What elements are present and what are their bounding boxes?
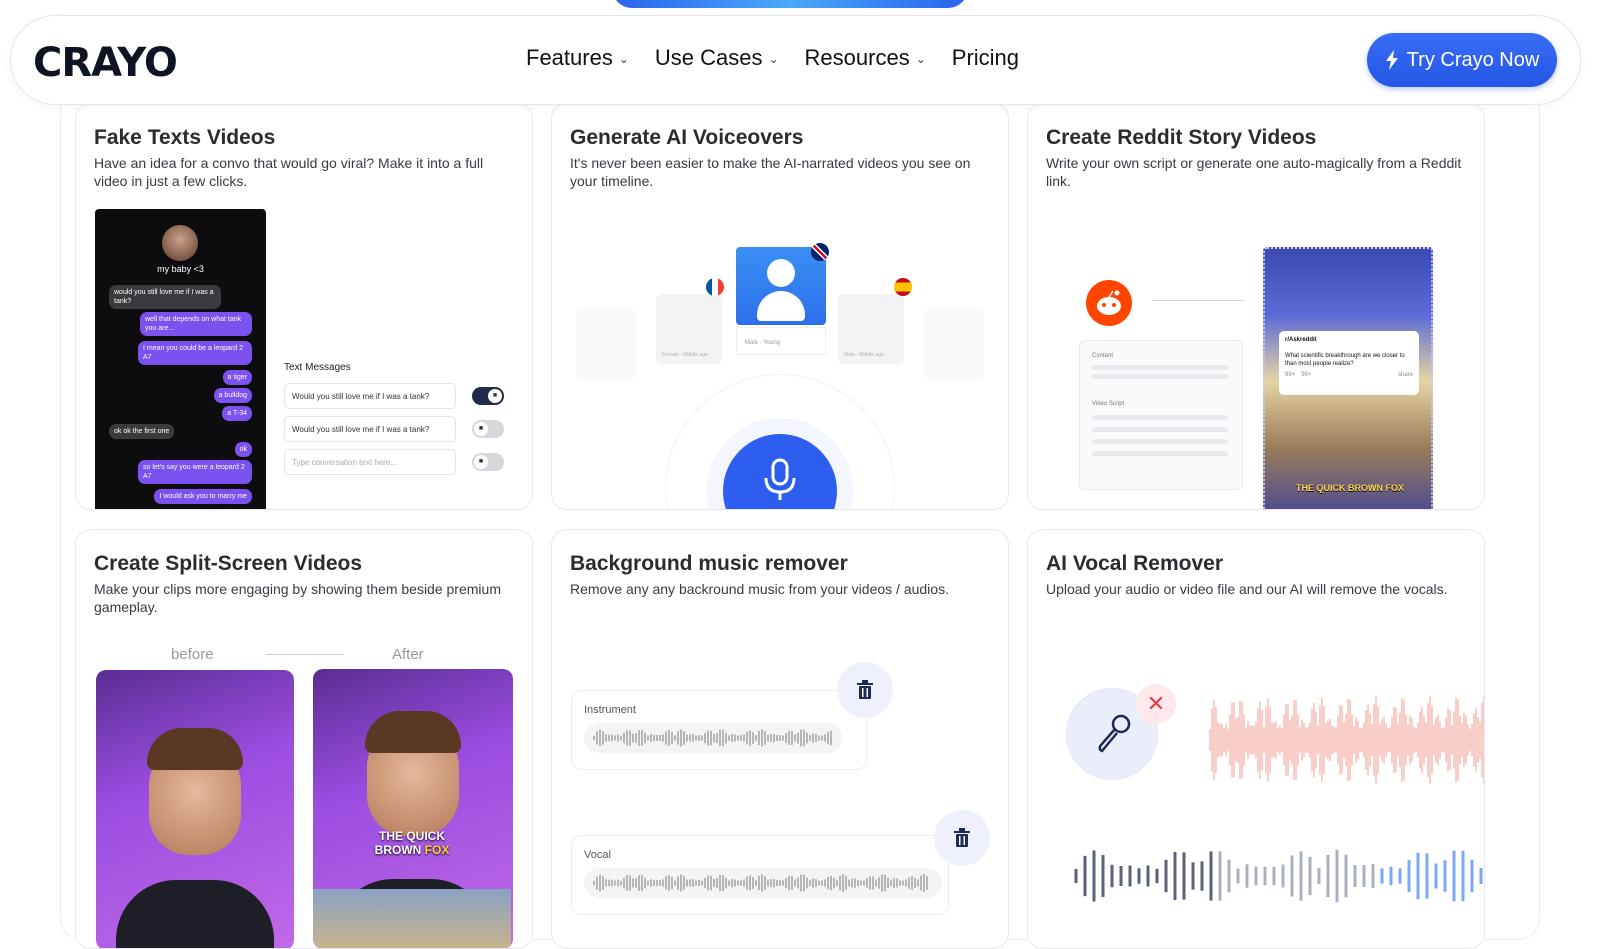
audio-waveform bbox=[1074, 849, 1483, 903]
message-bubble: would you still love me if I was a tank? bbox=[109, 285, 221, 309]
vocal-track: Vocal bbox=[571, 835, 949, 915]
before-label: before bbox=[171, 646, 214, 663]
voice-label: Male · Young bbox=[736, 327, 826, 355]
nav-use-cases[interactable]: Use Cases ⌄ bbox=[655, 45, 779, 71]
top-banner-edge bbox=[612, 0, 968, 8]
before-video bbox=[96, 670, 294, 948]
message-bubble: I would ask you to marry me bbox=[154, 489, 252, 504]
chevron-down-icon: ⌄ bbox=[915, 52, 926, 66]
spain-flag-icon bbox=[894, 278, 912, 296]
message-toggle[interactable]: ■ bbox=[472, 387, 504, 405]
message-bubble: well that depends on what tank you are..… bbox=[140, 312, 252, 336]
contact-name: my baby <3 bbox=[157, 264, 204, 274]
uk-flag-icon bbox=[811, 243, 829, 261]
message-toggle[interactable]: ■ bbox=[472, 453, 504, 471]
card-reddit-story[interactable]: Create Reddit Story Videos Write your ow… bbox=[1027, 103, 1485, 510]
microphone-icon bbox=[1098, 714, 1131, 753]
nav-pricing[interactable]: Pricing bbox=[952, 45, 1019, 71]
card-title: Create Reddit Story Videos bbox=[1046, 126, 1317, 149]
person-icon bbox=[767, 259, 795, 287]
voice-option-ghost bbox=[924, 309, 984, 379]
message-bubble: I mean you could be a leopard 2 A7 bbox=[138, 341, 252, 365]
reddit-icon bbox=[1086, 280, 1132, 326]
card-description: Remove any any backround music from your… bbox=[570, 581, 949, 597]
card-description: Make your clips more engaging by showing… bbox=[94, 581, 501, 615]
chat-icon: ■ bbox=[474, 455, 488, 469]
navbar: CRAYO Features ⌄ Use Cases ⌄ Resources ⌄ Pr… bbox=[10, 15, 1581, 105]
france-flag-icon bbox=[706, 278, 724, 296]
lightning-icon bbox=[1385, 50, 1398, 70]
after-label: After bbox=[392, 646, 424, 663]
reddit-post-card: r/Askreddit What scientific breakthrough… bbox=[1279, 331, 1419, 395]
delete-button[interactable] bbox=[934, 810, 990, 866]
message-bubble: a T-34 bbox=[222, 406, 252, 421]
waveform bbox=[584, 723, 842, 753]
chat-icon: ■ bbox=[488, 389, 502, 403]
card-fake-texts[interactable]: Fake Texts Videos Have an idea for a con… bbox=[75, 103, 533, 510]
message-bubble: ok bbox=[234, 442, 252, 457]
video-caption: THE QUICK BROWN FOX bbox=[374, 829, 450, 857]
card-vocal-remover[interactable]: AI Vocal Remover Upload your audio or vi… bbox=[1027, 529, 1485, 949]
avatar bbox=[162, 225, 198, 261]
card-title: Generate AI Voiceovers bbox=[570, 126, 804, 149]
instrument-track: Instrument bbox=[571, 690, 867, 770]
nav-features[interactable]: Features ⌄ bbox=[526, 45, 629, 71]
chat-icon: ■ bbox=[474, 422, 488, 436]
main-menu: Features ⌄ Use Cases ⌄ Resources ⌄ Pricing bbox=[526, 45, 1019, 71]
voice-selected-card[interactable] bbox=[736, 247, 826, 325]
phone-preview: my baby <3 would you still love me if I … bbox=[95, 209, 266, 509]
voice-option-ghost: Male · Middle age bbox=[838, 294, 904, 364]
removed-vocal-waveform bbox=[1209, 696, 1484, 784]
card-ai-voiceovers[interactable]: Generate AI Voiceovers It's never been e… bbox=[551, 103, 1009, 510]
message-input[interactable]: Would you still love me if I was a tank? bbox=[284, 416, 456, 442]
message-bubble: a tiger bbox=[222, 370, 252, 385]
voice-option-ghost: Female · Middle age bbox=[656, 294, 722, 364]
script-form[interactable]: Content Video Script bbox=[1079, 340, 1243, 490]
card-description: Have an idea for a convo that would go v… bbox=[94, 155, 484, 189]
close-icon[interactable]: ✕ bbox=[1136, 684, 1176, 724]
chevron-down-icon: ⌄ bbox=[768, 52, 779, 66]
text-messages-label: Text Messages bbox=[284, 362, 351, 373]
gameplay-preview: r/Askreddit What scientific breakthrough… bbox=[1263, 247, 1433, 509]
gameplay-ramp bbox=[313, 889, 511, 948]
trash-icon bbox=[954, 828, 970, 847]
trash-icon bbox=[857, 680, 873, 699]
microphone-icon bbox=[764, 458, 796, 500]
card-title: Fake Texts Videos bbox=[94, 126, 276, 149]
card-title: Create Split-Screen Videos bbox=[94, 552, 363, 575]
card-description: Write your own script or generate one au… bbox=[1046, 155, 1462, 189]
crayo-logo[interactable]: CRAYO bbox=[33, 40, 178, 86]
card-description: It's never been easier to make the AI-na… bbox=[570, 155, 971, 189]
message-bubble: a bulldog bbox=[213, 388, 252, 403]
chevron-down-icon: ⌄ bbox=[618, 52, 629, 66]
nav-resources[interactable]: Resources ⌄ bbox=[805, 45, 926, 71]
try-crayo-button[interactable]: Try Crayo Now bbox=[1367, 33, 1557, 87]
video-caption: THE QUICK BROWN FOX bbox=[1296, 483, 1404, 493]
after-video: THE QUICK BROWN FOX bbox=[313, 669, 513, 948]
card-split-screen[interactable]: Create Split-Screen Videos Make your cli… bbox=[75, 529, 533, 949]
card-description: Upload your audio or video file and our … bbox=[1046, 581, 1448, 597]
card-music-remover[interactable]: Background music remover Remove any any … bbox=[551, 529, 1009, 949]
share-label: share bbox=[1397, 372, 1413, 378]
comment-count: 99+ bbox=[1301, 372, 1312, 378]
card-title: Background music remover bbox=[570, 552, 848, 575]
message-input[interactable]: Would you still love me if I was a tank? bbox=[284, 383, 456, 409]
message-toggle[interactable]: ■ bbox=[472, 420, 504, 438]
delete-button[interactable] bbox=[837, 662, 893, 718]
waveform bbox=[584, 868, 942, 898]
message-bubble: ok ok the first one bbox=[109, 424, 175, 439]
upvote-count: 99+ bbox=[1285, 372, 1296, 378]
message-input-empty[interactable]: Type conversation text here... bbox=[284, 449, 456, 475]
message-bubble: so let's say you were a leopard 2 A7 bbox=[138, 460, 252, 484]
voice-option-ghost bbox=[576, 309, 636, 379]
card-title: AI Vocal Remover bbox=[1046, 552, 1224, 575]
